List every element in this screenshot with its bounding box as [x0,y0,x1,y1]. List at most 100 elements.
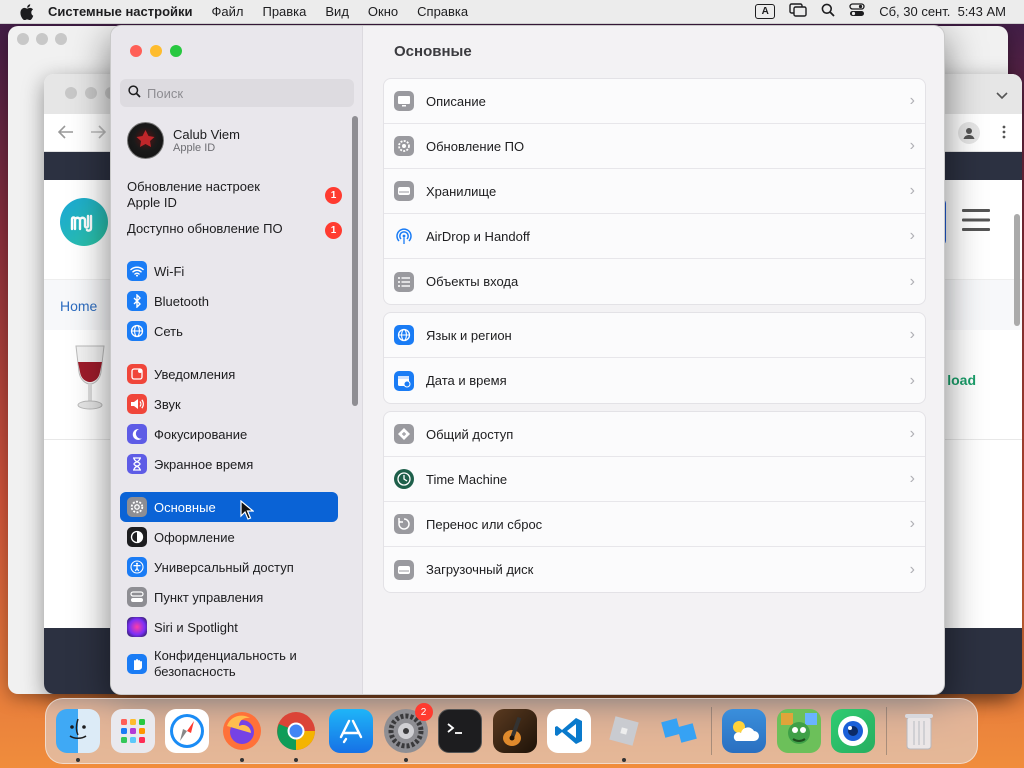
safari-icon[interactable] [165,709,210,753]
speaker-icon [127,394,147,414]
terminal-icon[interactable] [438,709,483,753]
spotlight-search-icon[interactable] [821,3,835,20]
camera-icon[interactable] [831,709,876,753]
chevron-right-icon: › [909,92,915,109]
sidebar-item-privacy-security[interactable]: Конфиденциальность и безопасность [120,646,338,682]
row-label: Обновление ПО [426,138,525,154]
sidebar-item-accessibility[interactable]: Универсальный доступ [120,552,338,582]
profile-icon[interactable] [958,122,980,144]
zoom-window-button[interactable] [170,45,182,57]
site-logo-icon[interactable] [60,198,108,246]
row-startup-disk[interactable]: Загрузочный диск › [384,547,925,592]
row-login-items[interactable]: Объекты входа › [384,259,925,304]
download-link[interactable]: load [947,372,976,388]
sidebar-item-general[interactable]: Основные [120,492,338,522]
sidebar-item-sound[interactable]: Звук [120,389,338,419]
sidebar-item-appearance[interactable]: Оформление [120,522,338,552]
row-label: Хранилище [426,183,497,199]
menu-app-name[interactable]: Системные настройки [48,4,193,19]
chevron-right-icon: › [909,515,915,532]
sidebar-item-label: Bluetooth [154,293,209,309]
screen-mirroring-icon[interactable] [789,3,807,20]
sidebar-item-screen-time[interactable]: Экранное время [120,449,338,479]
row-language-region[interactable]: Язык и регион › [384,313,925,358]
row-label: AirDrop и Handoff [426,228,530,244]
weather-icon[interactable] [722,709,767,753]
back-arrow-icon[interactable] [57,125,74,142]
sidebar-item-label: Фокусирование [154,426,248,442]
chrome-icon[interactable] [274,709,318,762]
breadcrumb-home-link[interactable]: Home [60,298,97,314]
chevron-right-icon: › [909,371,915,389]
bell-icon [127,364,147,384]
row-transfer-reset[interactable]: Перенос или сброс › [384,502,925,547]
sidebar-item-siri-spotlight[interactable]: Siri и Spotlight [120,612,338,642]
menu-window[interactable]: Окно [368,4,398,19]
vscode-icon[interactable] [547,709,592,753]
gear-badge-icon [394,136,414,156]
sidebar-item-notifications[interactable]: Уведомления [120,359,338,389]
menu-edit[interactable]: Правка [262,4,306,19]
firefox-icon[interactable] [220,709,264,762]
avatar [127,122,164,159]
app-store-icon[interactable] [328,709,373,753]
garageband-icon[interactable] [492,709,537,753]
hamburger-menu-icon[interactable] [962,208,990,235]
row-about[interactable]: Описание › [384,79,925,124]
sidebar-item-wifi[interactable]: Wi‑Fi [120,256,338,286]
dock-separator [711,707,713,755]
control-center-icon [127,587,147,607]
settings-search-field[interactable] [120,79,354,107]
menu-view[interactable]: Вид [325,4,349,19]
account-subtitle: Apple ID [173,142,216,154]
sidebar-item-label: Оформление [154,529,235,545]
row-label: Язык и регион [426,327,512,343]
wifi-icon [127,261,147,281]
roblox-icon[interactable] [602,709,646,762]
row-time-machine[interactable]: Time Machine › [384,457,925,502]
finder-icon[interactable] [56,709,100,762]
tab-list-chevron-icon[interactable] [996,88,1008,103]
hand-icon [127,654,147,674]
dock: 2 [45,698,978,764]
row-storage[interactable]: Хранилище › [384,169,925,214]
gear-icon [127,497,147,517]
apple-menu-icon[interactable] [20,3,34,20]
row-date-time[interactable]: Дата и время › [384,358,925,403]
more-menu-icon[interactable] [1002,125,1006,142]
settings-sidebar: Calub Viem Apple ID Обновление настроек … [111,26,363,694]
menu-help[interactable]: Справка [417,4,468,19]
apple-id-account[interactable]: Calub Viem Apple ID [127,122,240,159]
menu-file[interactable]: Файл [212,4,244,19]
sidebar-item-control-center[interactable]: Пункт управления [120,582,338,612]
input-source-icon[interactable]: A [755,4,776,19]
notice-software-update[interactable]: Доступно обновление ПО 1 [127,221,342,239]
search-input[interactable] [147,85,337,101]
minimize-window-button[interactable] [150,45,162,57]
sidebar-scrollbar[interactable] [352,116,358,406]
row-software-update[interactable]: Обновление ПО › [384,124,925,169]
reset-icon [394,514,414,534]
browser-scrollbar[interactable] [1014,214,1020,326]
chevron-right-icon: › [909,182,915,199]
close-window-button[interactable] [130,45,142,57]
search-icon [128,85,141,101]
sidebar-item-focus[interactable]: Фокусирование [120,419,338,449]
launchpad-icon[interactable] [110,709,155,753]
forward-arrow-icon[interactable] [90,125,107,142]
row-airdrop-handoff[interactable]: AirDrop и Handoff › [384,214,925,259]
accessibility-icon [127,557,147,577]
system-settings-icon[interactable]: 2 [383,703,433,762]
chevron-right-icon: › [909,272,915,290]
notice-apple-id-update[interactable]: Обновление настроек Apple ID 1 [127,179,342,211]
control-center-icon[interactable] [849,3,865,20]
game-icon[interactable] [776,709,821,753]
chevron-right-icon: › [909,137,915,154]
roblox-studio-icon[interactable] [657,709,701,753]
sidebar-item-label: Сеть [154,323,183,339]
menubar-clock[interactable]: Сб, 30 сент. 5:43 AM [879,4,1006,19]
sidebar-item-network[interactable]: Сеть [120,316,338,346]
sidebar-item-bluetooth[interactable]: Bluetooth [120,286,338,316]
trash-icon[interactable] [897,709,941,753]
row-sharing[interactable]: Общий доступ › [384,412,925,457]
